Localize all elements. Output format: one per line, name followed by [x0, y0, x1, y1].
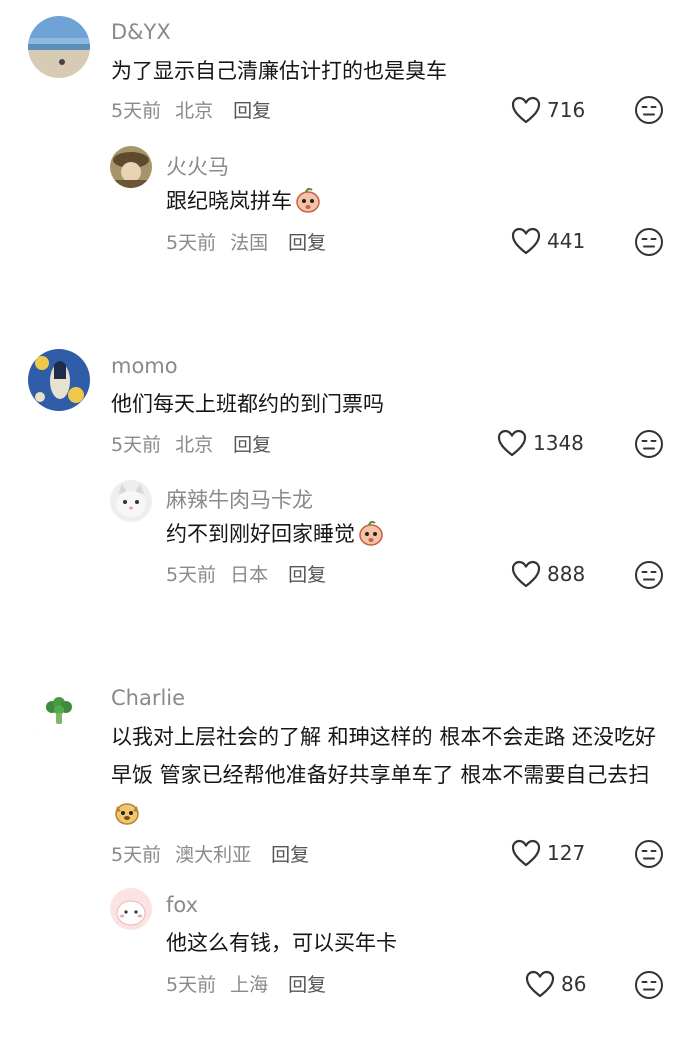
- comment-location: 北京: [175, 434, 214, 456]
- expressionless-face-icon: [635, 228, 663, 256]
- reply-button[interactable]: 回复: [233, 100, 271, 122]
- comment-username[interactable]: Charlie: [111, 686, 185, 710]
- reply-text: 跟纪晓岚拼车: [166, 182, 666, 226]
- reply-time: 5天前: [166, 974, 217, 996]
- avatar[interactable]: [28, 16, 90, 78]
- reply-button[interactable]: 回复: [288, 974, 326, 996]
- reply-username[interactable]: 麻辣牛肉马卡龙: [166, 484, 313, 514]
- avatar[interactable]: [28, 682, 90, 744]
- cat-photo-avatar: [110, 480, 152, 522]
- dislike-button[interactable]: [634, 970, 664, 1000]
- avatar[interactable]: [110, 888, 152, 930]
- reply-button[interactable]: 回复: [288, 232, 326, 254]
- heart-outline-icon: [511, 96, 541, 124]
- comment-time: 5天前: [111, 844, 162, 866]
- avatar[interactable]: [28, 349, 90, 411]
- like-button[interactable]: 441: [511, 224, 585, 258]
- avatar[interactable]: [110, 146, 152, 188]
- peach-emoji-icon: [357, 519, 385, 559]
- heart-outline-icon: [497, 429, 527, 457]
- illustration-avatar: [28, 349, 90, 411]
- reply-username[interactable]: fox: [166, 893, 198, 917]
- like-button[interactable]: 1348: [497, 426, 584, 460]
- dog-emoji-icon: [113, 798, 141, 838]
- expressionless-face-icon: [635, 840, 663, 868]
- comment-username[interactable]: momo: [111, 354, 178, 378]
- reply-meta: 5天前 上海 回复: [166, 970, 340, 997]
- reply-text: 约不到刚好回家睡觉: [166, 515, 666, 559]
- reply-button[interactable]: 回复: [233, 434, 271, 456]
- dislike-button[interactable]: [634, 560, 664, 590]
- reply-text: 他这么有钱，可以买年卡: [166, 931, 397, 955]
- comment-text: 以我对上层社会的了解 和珅这样的 根本不会走路 还没吃好早饭 管家已经帮他准备好…: [111, 718, 671, 838]
- avatar[interactable]: [110, 480, 152, 522]
- comment-location: 北京: [175, 100, 214, 122]
- reply-location: 日本: [230, 564, 269, 586]
- dislike-button[interactable]: [634, 95, 664, 125]
- reply-meta: 5天前 日本 回复: [166, 560, 340, 587]
- reply-time: 5天前: [166, 232, 217, 254]
- heart-outline-icon: [511, 227, 541, 255]
- comment-location: 澳大利亚: [175, 844, 252, 866]
- broccoli-avatar: [28, 682, 90, 744]
- like-count: 86: [561, 972, 587, 996]
- like-count: 1348: [533, 431, 584, 455]
- reply-meta: 5天前 法国 回复: [166, 228, 340, 255]
- expressionless-face-icon: [635, 430, 663, 458]
- peach-emoji-icon: [294, 186, 322, 226]
- comment-time: 5天前: [111, 100, 162, 122]
- reply-username[interactable]: 火火马: [166, 151, 229, 181]
- hat-photo-avatar: [110, 146, 152, 188]
- like-button[interactable]: 127: [511, 836, 585, 870]
- reply-location: 法国: [230, 232, 269, 254]
- expressionless-face-icon: [635, 96, 663, 124]
- comment-meta: 5天前 北京 回复: [111, 430, 285, 457]
- cartoon-avatar: [110, 888, 152, 930]
- like-button[interactable]: 888: [511, 557, 585, 591]
- dislike-button[interactable]: [634, 429, 664, 459]
- like-count: 127: [547, 841, 586, 865]
- expressionless-face-icon: [635, 971, 663, 999]
- beach-photo-avatar: [28, 16, 90, 78]
- comment-meta: 5天前 澳大利亚 回复: [111, 840, 323, 867]
- dislike-button[interactable]: [634, 839, 664, 869]
- comment-username[interactable]: D&YX: [111, 20, 171, 44]
- heart-outline-icon: [525, 970, 555, 998]
- like-button[interactable]: 716: [511, 93, 585, 127]
- comment-time: 5天前: [111, 434, 162, 456]
- expressionless-face-icon: [635, 561, 663, 589]
- reply-button[interactable]: 回复: [271, 844, 309, 866]
- comment-text: 他们每天上班都约的到门票吗: [111, 392, 384, 416]
- like-count: 441: [547, 229, 586, 253]
- reply-button[interactable]: 回复: [288, 564, 326, 586]
- comment-text: 为了显示自己清廉估计打的也是臭车: [111, 59, 447, 83]
- reply-time: 5天前: [166, 564, 217, 586]
- dislike-button[interactable]: [634, 227, 664, 257]
- heart-outline-icon: [511, 560, 541, 588]
- heart-outline-icon: [511, 839, 541, 867]
- reply-location: 上海: [230, 974, 269, 996]
- like-count: 716: [547, 98, 586, 122]
- comment-meta: 5天前 北京 回复: [111, 96, 285, 123]
- like-button[interactable]: 86: [525, 967, 586, 1001]
- like-count: 888: [547, 562, 586, 586]
